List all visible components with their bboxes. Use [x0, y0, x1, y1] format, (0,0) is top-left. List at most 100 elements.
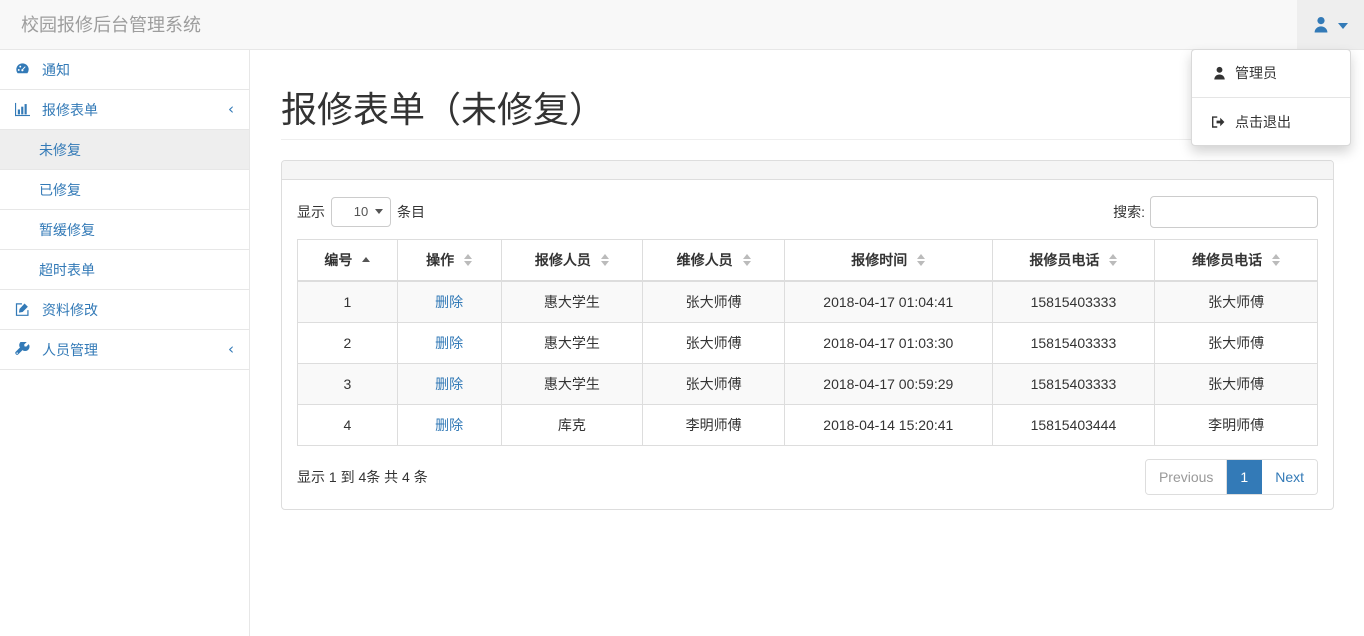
- cell-action: 删除: [396, 362, 502, 405]
- delete-link[interactable]: 删除: [435, 294, 463, 310]
- cell-id: 1: [297, 280, 398, 323]
- delete-link[interactable]: 删除: [435, 417, 463, 433]
- sidebar-item-overtime[interactable]: 超时表单: [0, 250, 249, 290]
- brand-title[interactable]: 校园报修后台管理系统: [15, 0, 207, 50]
- column-label: 维修员电话: [1192, 251, 1263, 268]
- wrench-icon: [15, 342, 35, 357]
- chevron-down-icon: [375, 209, 383, 215]
- length-prefix-label: 显示: [297, 203, 325, 220]
- cell-reporter: 惠大学生: [500, 362, 644, 405]
- cell-action: 删除: [396, 280, 502, 323]
- cell-action: 删除: [396, 321, 502, 364]
- sidebar-item-unrepaired[interactable]: 未修复: [0, 130, 249, 170]
- sidebar-item-label: 人员管理: [42, 341, 98, 358]
- sort-both-icon: [1109, 253, 1118, 266]
- edit-icon: [15, 302, 35, 317]
- table-head: 编号 操作 报修人员 维修人员 报修时间 报修员电话 维修员电话: [297, 238, 1318, 282]
- repair-forms-table: 编号 操作 报修人员 维修人员 报修时间 报修员电话 维修员电话 1 删除 惠大…: [297, 238, 1318, 446]
- pagination-next-button[interactable]: Next: [1262, 459, 1317, 494]
- cell-repairer: 张大师傅: [642, 280, 785, 323]
- page-length-select[interactable]: 10: [331, 196, 391, 227]
- datatable-footer: 显示 1 到 4条 共 4 条 Previous 1 Next: [297, 458, 1318, 495]
- sidebar-item-label: 报修表单: [42, 101, 98, 118]
- delete-link[interactable]: 删除: [435, 335, 463, 351]
- cell-reporter-phone: 15815403444: [991, 403, 1156, 446]
- length-suffix-label: 条目: [397, 203, 425, 220]
- sidebar-item-label: 已修复: [39, 181, 81, 198]
- delete-link[interactable]: 删除: [435, 376, 463, 392]
- table-row: 4 删除 库克 李明师傅 2018-04-14 15:20:41 1581540…: [297, 403, 1318, 446]
- cell-id: 4: [297, 403, 398, 446]
- panel-heading: [282, 160, 1333, 180]
- dropdown-item-label: 点击退出: [1235, 114, 1291, 130]
- sidebar-item-staff-management[interactable]: 人员管理 ‹: [0, 330, 249, 370]
- column-header-repairer[interactable]: 维修人员: [642, 238, 785, 282]
- table-body: 1 删除 惠大学生 张大师傅 2018-04-17 01:04:41 15815…: [297, 280, 1318, 446]
- navbar-right-area: [1297, 0, 1364, 49]
- cell-repairer-phone: 张大师傅: [1154, 321, 1318, 364]
- cell-time: 2018-04-14 15:20:41: [783, 403, 993, 446]
- sidebar-item-notice[interactable]: 通知: [0, 50, 249, 90]
- sidebar-item-repair-forms[interactable]: 报修表单 ‹: [0, 90, 249, 130]
- column-header-reporter[interactable]: 报修人员: [500, 238, 644, 282]
- column-header-action[interactable]: 操作: [396, 238, 502, 282]
- column-header-repairer-phone[interactable]: 维修员电话: [1154, 238, 1318, 282]
- page-header: 报修表单（未修复）: [281, 90, 1334, 140]
- sort-both-icon: [917, 253, 926, 266]
- search-input[interactable]: [1150, 195, 1318, 228]
- column-header-id[interactable]: 编号: [297, 238, 398, 282]
- user-menu-toggle[interactable]: [1297, 0, 1364, 49]
- datatable-length-control: 显示 10 条目: [297, 196, 425, 227]
- cell-time: 2018-04-17 00:59:29: [783, 362, 993, 405]
- column-header-time[interactable]: 报修时间: [783, 238, 993, 282]
- datatable-filter: 搜索:: [1113, 195, 1318, 228]
- sign-out-icon: [1212, 115, 1226, 129]
- page-length-value: 10: [353, 204, 369, 220]
- cell-time: 2018-04-17 01:03:30: [783, 321, 993, 364]
- column-header-reporter-phone[interactable]: 报修员电话: [991, 238, 1156, 282]
- column-label: 报修时间: [851, 251, 908, 268]
- column-label: 编号: [324, 251, 353, 268]
- cell-time: 2018-04-17 01:04:41: [783, 280, 993, 323]
- dropdown-item-label: 管理员: [1235, 65, 1277, 81]
- sidebar-item-label: 超时表单: [39, 261, 95, 278]
- cell-action: 删除: [396, 403, 502, 446]
- chevron-left-icon: ‹: [228, 100, 234, 118]
- user-icon: [1212, 66, 1226, 80]
- table-header-row: 编号 操作 报修人员 维修人员 报修时间 报修员电话 维修员电话: [297, 238, 1318, 282]
- cell-repairer-phone: 李明师傅: [1154, 403, 1318, 446]
- pagination: Previous 1 Next: [1144, 458, 1318, 495]
- cell-repairer-phone: 张大师傅: [1154, 280, 1318, 323]
- sidebar: 通知 报修表单 ‹ 未修复 已修复 暂缓修复 超时表单 资料修改 人员管理 ‹: [0, 50, 250, 636]
- sort-both-icon: [600, 253, 609, 266]
- column-label: 维修人员: [676, 251, 733, 268]
- dropdown-item-admin[interactable]: 管理员: [1192, 55, 1350, 91]
- sort-both-icon: [742, 253, 751, 266]
- column-label: 报修人员: [534, 251, 591, 268]
- sidebar-item-profile-edit[interactable]: 资料修改: [0, 290, 249, 330]
- dropdown-item-logout[interactable]: 点击退出: [1192, 104, 1350, 140]
- table-panel: 显示 10 条目 搜索: 编号 操作 报修人员 维修人员 报修时间 报修员电话 …: [281, 159, 1334, 510]
- datatable-info: 显示 1 到 4条 共 4 条: [297, 468, 428, 485]
- table-row: 2 删除 惠大学生 张大师傅 2018-04-17 01:03:30 15815…: [297, 321, 1318, 364]
- pagination-page-1-button[interactable]: 1: [1227, 459, 1263, 494]
- dropdown-divider: [1192, 97, 1350, 98]
- cell-reporter-phone: 15815403333: [991, 280, 1156, 323]
- cell-reporter: 惠大学生: [500, 280, 644, 323]
- caret-down-icon: [1338, 22, 1348, 29]
- pagination-previous-button[interactable]: Previous: [1145, 459, 1228, 494]
- sort-both-icon: [1272, 253, 1281, 266]
- sidebar-item-repaired[interactable]: 已修复: [0, 170, 249, 210]
- dashboard-icon: [15, 62, 35, 77]
- sidebar-item-label: 资料修改: [42, 301, 98, 318]
- sort-both-icon: [464, 253, 473, 266]
- sidebar-item-label: 未修复: [39, 141, 81, 158]
- search-label: 搜索:: [1113, 203, 1145, 220]
- page-title: 报修表单（未修复）: [281, 89, 606, 130]
- cell-reporter: 惠大学生: [500, 321, 644, 364]
- user-icon: [1313, 16, 1329, 33]
- sidebar-item-label: 暂缓修复: [39, 221, 95, 238]
- column-label: 报修员电话: [1029, 251, 1100, 268]
- table-row: 3 删除 惠大学生 张大师傅 2018-04-17 00:59:29 15815…: [297, 362, 1318, 405]
- sidebar-item-deferred[interactable]: 暂缓修复: [0, 210, 249, 250]
